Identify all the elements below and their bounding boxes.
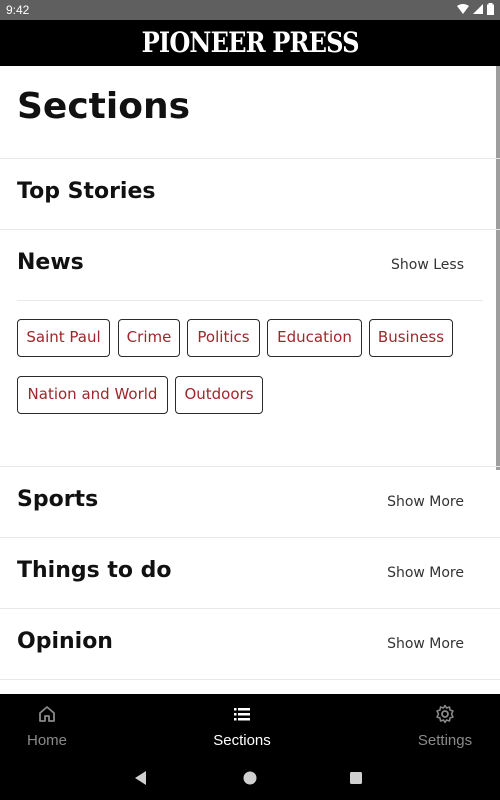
chip-business[interactable]: Business	[369, 319, 453, 357]
chip-nation-and-world[interactable]: Nation and World	[17, 376, 168, 414]
status-time: 9:42	[6, 3, 30, 17]
section-name[interactable]: Sports	[17, 487, 98, 512]
nav-settings[interactable]: Settings	[400, 694, 490, 756]
section-name[interactable]: News	[17, 250, 84, 275]
show-less-toggle[interactable]: Show Less	[391, 257, 464, 273]
section-row-news[interactable]: News Show Less	[0, 229, 500, 300]
chip-outdoors[interactable]: Outdoors	[175, 376, 263, 414]
status-icons	[457, 3, 494, 15]
divider	[17, 300, 483, 301]
section-row-opinion[interactable]: Opinion Show More	[0, 608, 500, 679]
page-title: Sections	[17, 86, 191, 127]
system-nav-bar	[0, 756, 500, 800]
signal-icon	[473, 4, 483, 14]
nav-home[interactable]: Home	[2, 694, 92, 756]
nav-label: Settings	[417, 732, 473, 749]
show-more-toggle[interactable]: Show More	[387, 565, 464, 581]
section-name[interactable]: Top Stories	[17, 179, 156, 204]
nav-label: Sections	[213, 732, 271, 749]
battery-icon	[487, 3, 494, 15]
chip-politics[interactable]: Politics	[187, 319, 260, 357]
app-header: PIONEER PRESS	[0, 20, 500, 66]
chip-education[interactable]: Education	[267, 319, 362, 357]
bottom-nav: Home Sections Settings	[0, 694, 500, 756]
section-row-things-to-do[interactable]: Things to do Show More	[0, 537, 500, 608]
show-more-toggle[interactable]: Show More	[387, 494, 464, 510]
pioneer-press-logo: PIONEER PRESS	[141, 26, 359, 59]
sections-list[interactable]: Sections Top Stories News Show Less Sain…	[0, 66, 500, 694]
chip-saint-paul[interactable]: Saint Paul	[17, 319, 110, 357]
section-row-sports[interactable]: Sports Show More	[0, 466, 500, 537]
nav-sections[interactable]: Sections	[197, 694, 287, 756]
section-name[interactable]: Things to do	[17, 558, 172, 583]
wifi-icon	[457, 4, 469, 14]
show-more-toggle[interactable]: Show More	[387, 636, 464, 652]
nav-label: Home	[26, 732, 67, 749]
section-name[interactable]: Opinion	[17, 629, 113, 654]
home-circle-icon[interactable]	[240, 768, 260, 788]
back-icon[interactable]	[131, 768, 151, 788]
section-row-partial	[0, 679, 500, 694]
status-bar: 9:42	[0, 0, 500, 20]
chip-crime[interactable]: Crime	[118, 319, 180, 357]
home-icon	[39, 706, 55, 722]
section-row-top-stories[interactable]: Top Stories	[0, 158, 500, 229]
recents-icon[interactable]	[346, 768, 366, 788]
list-icon	[234, 708, 250, 721]
gear-icon	[436, 704, 454, 724]
